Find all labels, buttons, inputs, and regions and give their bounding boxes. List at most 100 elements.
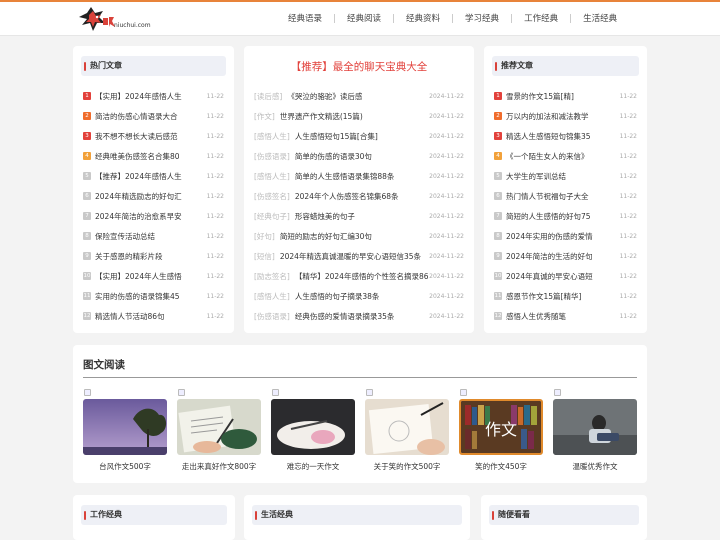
- article-link[interactable]: 【推荐】2024年感悟人生: [95, 171, 182, 182]
- list-item[interactable]: 5 大学生的军训总结 11-22: [494, 166, 637, 186]
- thumbnail-image[interactable]: 作文: [459, 399, 543, 455]
- list-item[interactable]: 4 经典唯美伤感签名合集80 11-22: [83, 146, 224, 166]
- article-link[interactable]: 简短的励志的好句汇编30句: [280, 231, 372, 242]
- list-item[interactable]: [短信] 2024年精选真诚温暖的早安心语短信35条 2024-11-22: [254, 246, 464, 266]
- gallery-caption[interactable]: 台风作文500字: [83, 461, 167, 472]
- category-tag[interactable]: [伤感签名]: [254, 191, 290, 202]
- list-item[interactable]: [伤感语录] 简单的伤感的语录30句 2024-11-22: [254, 146, 464, 166]
- list-item[interactable]: [作文] 世界遗产作文精选(15篇) 2024-11-22: [254, 106, 464, 126]
- list-item[interactable]: 8 保险宣传活动总结 11-22: [83, 226, 224, 246]
- article-link[interactable]: 万以内的加法和减法教学: [506, 111, 589, 122]
- article-link[interactable]: 2024年精选励志的好句汇: [95, 191, 182, 202]
- article-link[interactable]: 形容蜡烛美的句子: [295, 211, 355, 222]
- category-tag[interactable]: [励志签名]: [254, 271, 290, 282]
- category-tag[interactable]: [读后感]: [254, 91, 282, 102]
- list-item[interactable]: [经典句子] 形容蜡烛美的句子 2024-11-22: [254, 206, 464, 226]
- list-item[interactable]: 8 2024年实用的伤感的爱情 11-22: [494, 226, 637, 246]
- article-link[interactable]: 我不想不想长大读后感范: [95, 131, 178, 142]
- gallery-caption[interactable]: 难忘的一天作文: [271, 461, 355, 472]
- nav-item-reading[interactable]: 经典阅读: [335, 12, 393, 24]
- gallery-caption[interactable]: 关于笑的作文500字: [365, 461, 449, 472]
- article-link[interactable]: 2024年精选真诚温暖的早安心语短信35条: [280, 251, 421, 262]
- article-link[interactable]: 《一个陌生女人的来信》: [506, 151, 589, 162]
- site-logo[interactable]: niuchui.com: [77, 5, 157, 33]
- list-item[interactable]: [励志签名] 【精华】2024年感悟的个性签名摘录86 2024-11-22: [254, 266, 464, 286]
- article-link[interactable]: 关于感恩的精彩片段: [95, 251, 163, 262]
- article-link[interactable]: 【实用】2024年感悟人生: [95, 91, 182, 102]
- list-item[interactable]: 5 【推荐】2024年感悟人生 11-22: [83, 166, 224, 186]
- list-item[interactable]: 6 热门情人节祝福句子大全 11-22: [494, 186, 637, 206]
- article-link[interactable]: 2024年实用的伤感的爱情: [506, 231, 593, 242]
- list-item[interactable]: 6 2024年精选励志的好句汇 11-22: [83, 186, 224, 206]
- list-item[interactable]: 12 感悟人生优秀随笔 11-22: [494, 306, 637, 326]
- list-item[interactable]: 2 万以内的加法和减法教学 11-22: [494, 106, 637, 126]
- category-tag[interactable]: [短信]: [254, 251, 275, 262]
- thumbnail-image[interactable]: [177, 399, 261, 455]
- thumbnail-image[interactable]: [553, 399, 637, 455]
- category-tag[interactable]: [感悟人生]: [254, 291, 290, 302]
- article-link[interactable]: 【精华】2024年感悟的个性签名摘录86: [295, 271, 429, 282]
- list-item[interactable]: 9 关于感恩的精彩片段 11-22: [83, 246, 224, 266]
- article-link[interactable]: 经典伤感的爱情语录摘录35条: [295, 311, 395, 322]
- gallery-item[interactable]: 难忘的一天作文: [271, 389, 355, 472]
- list-item[interactable]: 10 【实用】2024年人生感悟 11-22: [83, 266, 224, 286]
- list-item[interactable]: [读后感] 《哭泣的骆驼》读后感 2024-11-22: [254, 86, 464, 106]
- article-link[interactable]: 人生感悟短句15篇[合集]: [295, 131, 378, 142]
- article-link[interactable]: 2024年简洁的生活的好句: [506, 251, 593, 262]
- list-item[interactable]: 4 《一个陌生女人的来信》 11-22: [494, 146, 637, 166]
- article-link[interactable]: 《哭泣的骆驼》读后感: [287, 91, 362, 102]
- gallery-caption[interactable]: 走出来真好作文800字: [177, 461, 261, 472]
- list-item[interactable]: [感悟人生] 人生感悟短句15篇[合集] 2024-11-22: [254, 126, 464, 146]
- category-tag[interactable]: [伤感语录]: [254, 311, 290, 322]
- article-link[interactable]: 简单的人生感悟语录集锦88条: [295, 171, 395, 182]
- gallery-item[interactable]: 台风作文500字: [83, 389, 167, 472]
- category-tag[interactable]: [伤感语录]: [254, 151, 290, 162]
- article-link[interactable]: 感悟人生优秀随笔: [506, 311, 566, 322]
- article-link[interactable]: 大学生的军训总结: [506, 171, 566, 182]
- category-tag[interactable]: [经典句子]: [254, 211, 290, 222]
- list-item[interactable]: [好句] 简短的励志的好句汇编30句 2024-11-22: [254, 226, 464, 246]
- list-item[interactable]: 7 简短的人生感悟的好句75 11-22: [494, 206, 637, 226]
- list-item[interactable]: [感悟人生] 简单的人生感悟语录集锦88条 2024-11-22: [254, 166, 464, 186]
- article-link[interactable]: 简单的伤感的语录30句: [295, 151, 372, 162]
- article-link[interactable]: 雪景的作文15篇[精]: [506, 91, 574, 102]
- article-link[interactable]: 经典唯美伤感签名合集80: [95, 151, 180, 162]
- category-tag[interactable]: [好句]: [254, 231, 275, 242]
- gallery-item[interactable]: 走出来真好作文800字: [177, 389, 261, 472]
- list-item[interactable]: 9 2024年简洁的生活的好句 11-22: [494, 246, 637, 266]
- category-tag[interactable]: [作文]: [254, 111, 275, 122]
- gallery-item[interactable]: 温暖优秀作文: [553, 389, 637, 472]
- nav-item-life[interactable]: 生活经典: [571, 12, 629, 24]
- article-link[interactable]: 实用的伤感的语录锦集45: [95, 291, 180, 302]
- list-item[interactable]: 1 雪景的作文15篇[精] 11-22: [494, 86, 637, 106]
- article-link[interactable]: 人生感悟的句子摘录38条: [295, 291, 380, 302]
- gallery-item[interactable]: 作文 笑的作文450字: [459, 389, 543, 472]
- list-item[interactable]: 10 2024年真诚的早安心语短 11-22: [494, 266, 637, 286]
- nav-item-work[interactable]: 工作经典: [512, 12, 570, 24]
- gallery-caption[interactable]: 笑的作文450字: [459, 461, 543, 472]
- article-link[interactable]: 精选情人节活动86句: [95, 311, 165, 322]
- article-link[interactable]: 2024年真诚的早安心语短: [506, 271, 593, 282]
- article-link[interactable]: 2024年简洁的治愈系早安: [95, 211, 182, 222]
- thumbnail-image[interactable]: [271, 399, 355, 455]
- list-item[interactable]: 11 感恩节作文15篇[精华] 11-22: [494, 286, 637, 306]
- article-link[interactable]: 热门情人节祝福句子大全: [506, 191, 589, 202]
- gallery-item[interactable]: 关于笑的作文500字: [365, 389, 449, 472]
- nav-item-study[interactable]: 学习经典: [453, 12, 511, 24]
- list-item[interactable]: [伤感签名] 2024年个人伤感签名锦集68条 2024-11-22: [254, 186, 464, 206]
- list-item[interactable]: 12 精选情人节活动86句 11-22: [83, 306, 224, 326]
- list-item[interactable]: [感悟人生] 人生感悟的句子摘录38条 2024-11-22: [254, 286, 464, 306]
- article-link[interactable]: 感恩节作文15篇[精华]: [506, 291, 581, 302]
- nav-item-materials[interactable]: 经典资料: [394, 12, 452, 24]
- article-link[interactable]: 保险宣传活动总结: [95, 231, 155, 242]
- article-link[interactable]: 世界遗产作文精选(15篇): [280, 111, 363, 122]
- list-item[interactable]: 3 精选人生感悟短句锦集35 11-22: [494, 126, 637, 146]
- nav-item-quotes[interactable]: 经典语录: [276, 12, 334, 24]
- featured-headline[interactable]: 【推荐】最全的聊天宝典大全: [244, 59, 474, 74]
- list-item[interactable]: 2 简洁的伤感心情语录大合 11-22: [83, 106, 224, 126]
- thumbnail-image[interactable]: [365, 399, 449, 455]
- article-link[interactable]: 精选人生感悟短句锦集35: [506, 131, 591, 142]
- list-item[interactable]: 1 【实用】2024年感悟人生 11-22: [83, 86, 224, 106]
- category-tag[interactable]: [感悟人生]: [254, 131, 290, 142]
- thumbnail-image[interactable]: [83, 399, 167, 455]
